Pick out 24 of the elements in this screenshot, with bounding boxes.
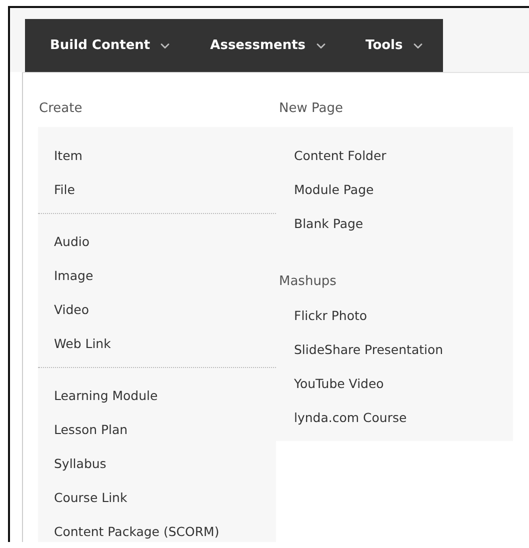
menu-item[interactable]: Module Page bbox=[276, 172, 513, 206]
menu-item[interactable]: Content Package (SCORM) bbox=[38, 514, 276, 542]
section-heading: Mashups bbox=[279, 274, 336, 288]
menu-item[interactable]: Learning Module bbox=[38, 378, 276, 412]
menu-item[interactable]: Lesson Plan bbox=[38, 412, 276, 446]
menu-item[interactable]: Web Link bbox=[38, 326, 276, 360]
nav-menu[interactable]: Assessments bbox=[210, 38, 328, 53]
menu-item[interactable]: Course Link bbox=[38, 480, 276, 514]
nav-menu[interactable]: Tools bbox=[366, 38, 425, 53]
menu-item[interactable]: lynda.com Course bbox=[276, 400, 513, 434]
menu-item[interactable]: Image bbox=[38, 258, 276, 292]
menu-item[interactable]: Audio bbox=[38, 224, 276, 258]
nav-menu[interactable]: Build Content bbox=[50, 38, 172, 53]
menu-item[interactable]: Flickr Photo bbox=[276, 298, 513, 332]
menu-item[interactable]: Blank Page bbox=[276, 206, 513, 240]
menu-item[interactable]: Syllabus bbox=[38, 446, 276, 480]
section-heading: New Page bbox=[279, 101, 343, 116]
menu-item[interactable]: YouTube Video bbox=[276, 366, 513, 400]
menu-item[interactable]: Item bbox=[38, 138, 276, 172]
section-heading: Create bbox=[39, 101, 82, 116]
menu-item[interactable]: Content Folder bbox=[276, 138, 513, 172]
menu-item[interactable]: Video bbox=[38, 292, 276, 326]
menu-item[interactable]: SlideShare Presentation bbox=[276, 332, 513, 366]
menu-item[interactable]: File bbox=[38, 172, 276, 206]
